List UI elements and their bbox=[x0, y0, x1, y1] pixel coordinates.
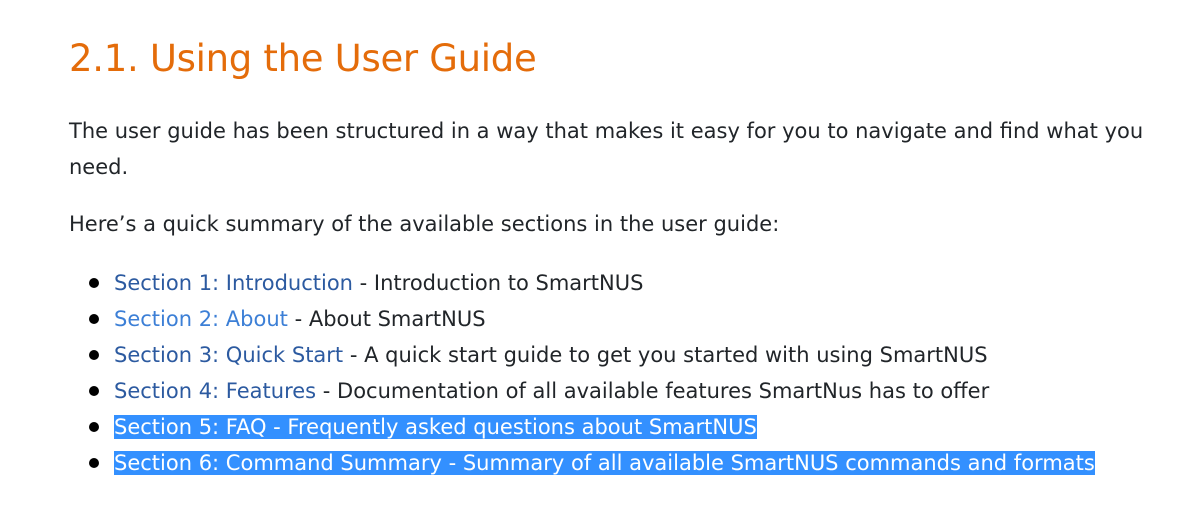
page-title: 2.1. Using the User Guide bbox=[69, 37, 537, 80]
section-5-link[interactable]: Section 5: FAQ bbox=[114, 415, 267, 439]
list-item: Section 6: Command Summary - Summary of … bbox=[69, 445, 1095, 481]
list-item: Section 3: Quick Start - A quick start g… bbox=[69, 337, 1095, 373]
section-1-link[interactable]: Section 1: Introduction bbox=[114, 271, 353, 295]
selected-text: Section 6: Command Summary - Summary of … bbox=[114, 451, 1095, 475]
list-item: Section 1: Introduction - Introduction t… bbox=[69, 265, 1095, 301]
section-4-description: - Documentation of all available feature… bbox=[316, 379, 990, 403]
section-3-link[interactable]: Section 3: Quick Start bbox=[114, 343, 343, 367]
intro-paragraph: The user guide has been structured in a … bbox=[69, 119, 1144, 179]
section-1-description: - Introduction to SmartNUS bbox=[352, 271, 644, 295]
bullet-icon bbox=[89, 314, 99, 324]
section-2-link[interactable]: Section 2: About bbox=[114, 307, 288, 331]
bullet-icon bbox=[89, 458, 99, 468]
selected-text: Section 5: FAQ - Frequently asked questi… bbox=[114, 415, 757, 439]
section-5-description: - Frequently asked questions about Smart… bbox=[266, 415, 757, 439]
list-item: Section 2: About - About SmartNUS bbox=[69, 301, 1095, 337]
list-item: Section 4: Features - Documentation of a… bbox=[69, 373, 1095, 409]
list-item: Section 5: FAQ - Frequently asked questi… bbox=[69, 409, 1095, 445]
bullet-icon bbox=[89, 422, 99, 432]
bullet-icon bbox=[89, 386, 99, 396]
bullet-icon bbox=[89, 350, 99, 360]
bullet-icon bbox=[89, 278, 99, 288]
summary-paragraph: Here’s a quick summary of the available … bbox=[69, 212, 780, 236]
sections-list: Section 1: Introduction - Introduction t… bbox=[69, 265, 1095, 481]
section-4-link[interactable]: Section 4: Features bbox=[114, 379, 316, 403]
section-3-description: - A quick start guide to get you started… bbox=[343, 343, 988, 367]
section-2-description: - About SmartNUS bbox=[287, 307, 486, 331]
section-6-link[interactable]: Section 6: Command Summary bbox=[114, 451, 442, 475]
section-6-description: - Summary of all available SmartNUS comm… bbox=[441, 451, 1095, 475]
